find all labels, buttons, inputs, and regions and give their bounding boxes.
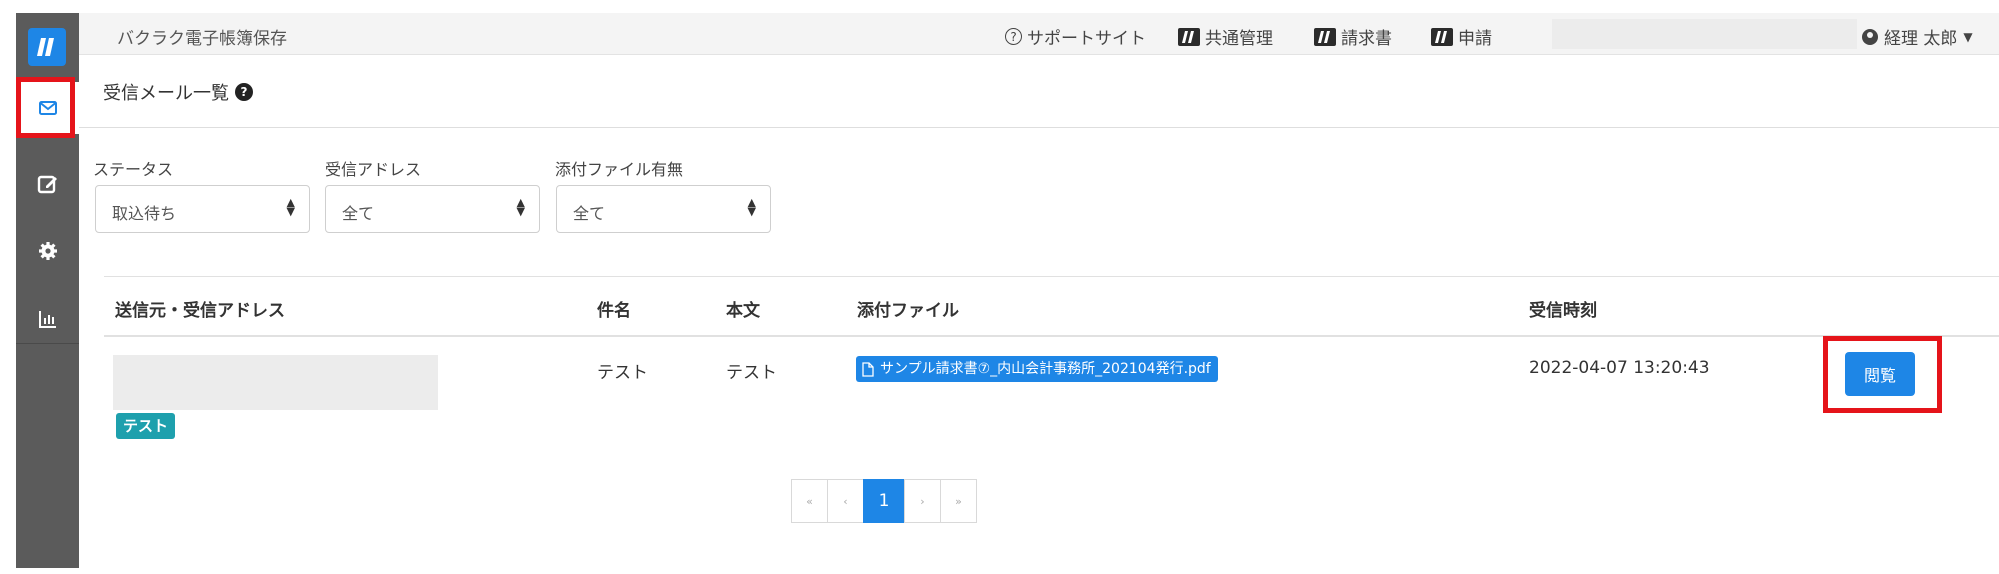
redacted-area <box>1552 19 1857 49</box>
page-last-button[interactable]: » <box>940 479 977 523</box>
mail-highlight-frame <box>16 77 75 138</box>
logo-icon <box>37 38 54 56</box>
sidebar-item-reports[interactable] <box>16 293 79 345</box>
nav-link-invoice[interactable]: 請求書 <box>1314 24 1392 49</box>
cell-subject: テスト <box>597 363 648 383</box>
filter-label-attachment: 添付ファイル有無 <box>555 160 684 179</box>
file-icon <box>862 361 874 377</box>
column-header-received-at: 受信時刻 <box>1529 301 1597 321</box>
sidebar-divider <box>16 343 79 344</box>
sidebar-item-edit[interactable] <box>16 158 79 210</box>
nav-link-application[interactable]: 申請 <box>1431 24 1492 49</box>
column-header-body: 本文 <box>726 301 760 321</box>
page-current-button[interactable]: 1 <box>863 479 905 523</box>
user-icon <box>1862 28 1878 45</box>
edit-icon <box>37 175 57 194</box>
divider <box>79 127 1999 128</box>
app-title: バクラク電子帳簿保存 <box>117 29 287 49</box>
status-select[interactable]: 取込待ち ▲ ▼ <box>95 185 310 233</box>
nav-link-common-admin[interactable]: 共通管理 <box>1178 24 1273 49</box>
bar-chart-icon <box>38 311 56 328</box>
view-button[interactable]: 閲覧 <box>1845 352 1915 396</box>
address-select[interactable]: 全て ▲ ▼ <box>325 185 540 233</box>
tag-badge: テスト <box>116 413 176 439</box>
filter-label-status: ステータス <box>93 160 174 179</box>
attachment-link[interactable]: サンプル請求書⑦_内山会計事務所_202104発行.pdf <box>856 356 1218 382</box>
column-header-sender: 送信元・受信アドレス <box>115 301 285 321</box>
table-border <box>104 276 1999 277</box>
select-value: 全て <box>342 204 375 223</box>
column-header-subject: 件名 <box>597 301 631 321</box>
product-logo-icon <box>1314 27 1336 46</box>
sidebar-item-settings[interactable] <box>16 225 79 277</box>
attachment-select[interactable]: 全て ▲ ▼ <box>556 185 771 233</box>
sender-address-redacted <box>113 355 438 410</box>
cell-body: テスト <box>726 363 777 383</box>
attachment-filename: サンプル請求書⑦_内山会計事務所_202104発行.pdf <box>880 361 1211 377</box>
gear-icon <box>38 242 57 260</box>
sort-arrows-icon: ▲ ▼ <box>286 196 295 218</box>
nav-link-label: 共通管理 <box>1205 29 1273 49</box>
question-circle-icon: ? <box>1005 28 1022 45</box>
nav-link-label: 請求書 <box>1341 29 1392 49</box>
page-title: 受信メール一覧 ? <box>103 79 253 105</box>
logo[interactable] <box>28 28 66 66</box>
page-prev-button[interactable]: ‹ <box>827 479 864 523</box>
chevron-down-icon: ▼ <box>1963 29 1973 44</box>
user-menu[interactable]: 経理 太郎 ▼ <box>1862 24 1973 49</box>
help-icon[interactable]: ? <box>235 83 253 101</box>
page-next-button[interactable]: › <box>904 479 941 523</box>
app-root: バクラク電子帳簿保存 ? サポートサイト 共通管理 請求書 申請 経理 太郎 ▼… <box>16 13 1999 568</box>
nav-link-support[interactable]: ? サポートサイト <box>1005 24 1146 49</box>
pagination: « ‹ 1 › » <box>791 479 977 523</box>
product-logo-icon <box>1178 27 1200 46</box>
table-border <box>104 335 1999 337</box>
select-value: 取込待ち <box>112 204 177 223</box>
page-first-button[interactable]: « <box>791 479 828 523</box>
sidebar <box>16 13 79 568</box>
header: バクラク電子帳簿保存 ? サポートサイト 共通管理 請求書 申請 経理 太郎 ▼ <box>79 13 1999 55</box>
sort-arrows-icon: ▲ ▼ <box>747 196 756 218</box>
page-title-text: 受信メール一覧 <box>103 83 229 104</box>
select-value: 全て <box>573 204 606 223</box>
nav-link-label: 申請 <box>1458 29 1492 49</box>
filter-label-address: 受信アドレス <box>325 160 422 179</box>
column-header-attachment: 添付ファイル <box>857 301 959 321</box>
nav-link-label: サポートサイト <box>1027 29 1146 49</box>
product-logo-icon <box>1431 27 1453 46</box>
sort-arrows-icon: ▲ ▼ <box>516 196 525 218</box>
user-name: 経理 太郎 <box>1884 29 1958 49</box>
cell-received-at: 2022-04-07 13:20:43 <box>1529 358 1710 378</box>
